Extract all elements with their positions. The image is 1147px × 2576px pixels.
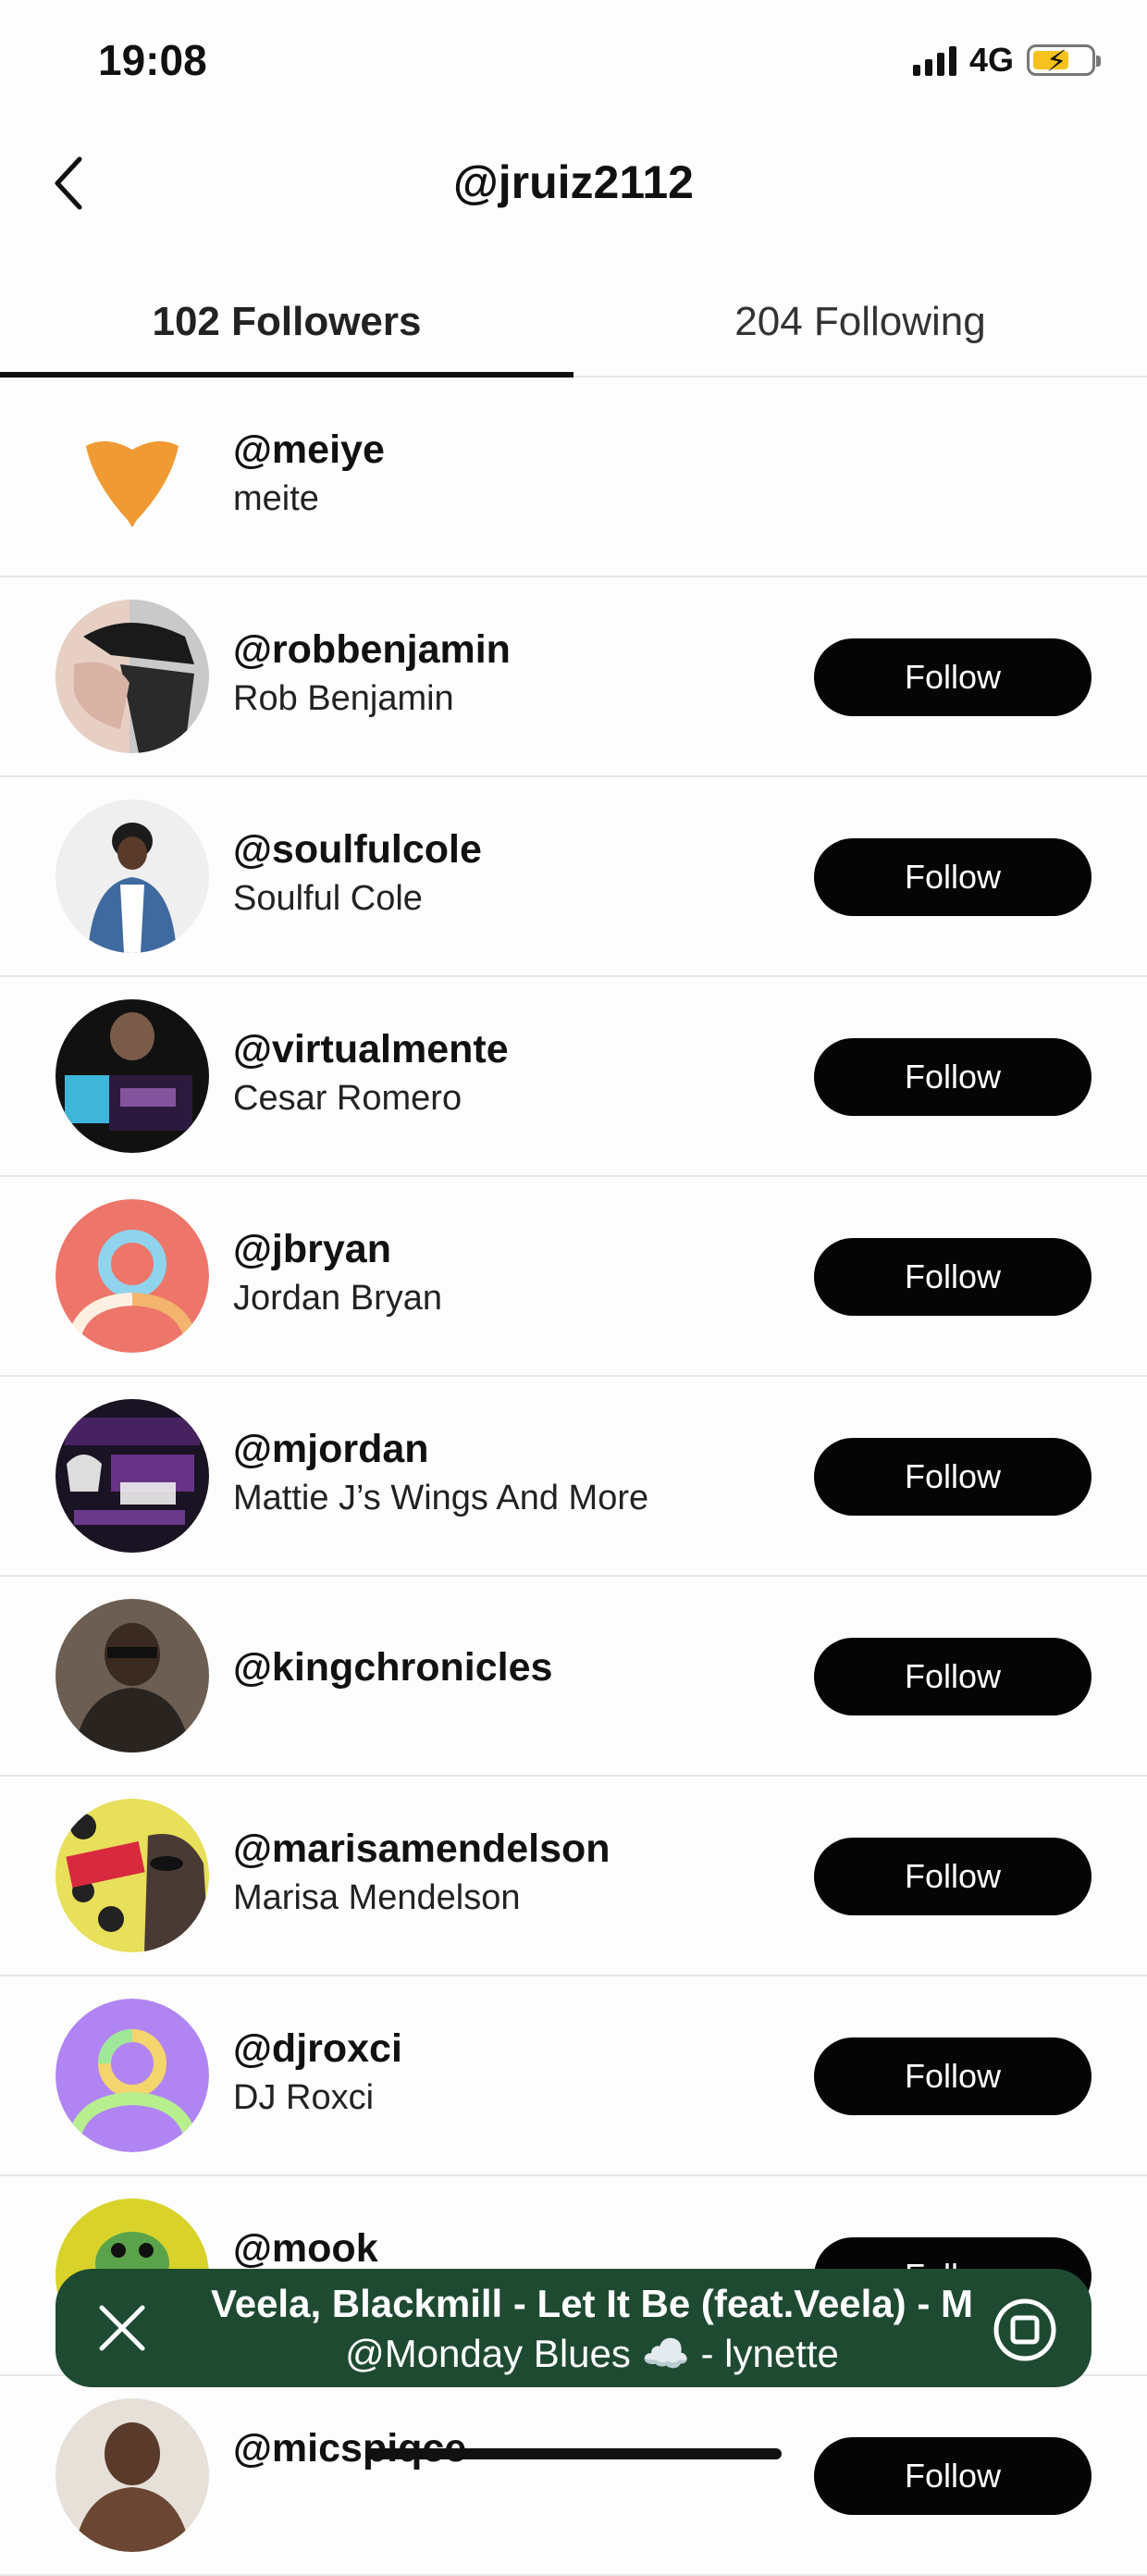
user-name: DJ Roxci — [233, 2078, 375, 2117]
tab-followers[interactable]: 102 Followers — [0, 268, 574, 376]
user-name: Cesar Romero — [233, 1079, 462, 1118]
list-item[interactable]: @micspiqce Follow — [0, 2376, 1147, 2576]
status-indicators: 4G ⚡ — [912, 41, 1101, 80]
now-playing: Veela, Blackmill - Let It Be (feat.Veela… — [176, 2282, 1008, 2377]
follow-button[interactable]: Follow — [814, 1638, 1092, 1715]
user-name: Jordan Bryan — [233, 1279, 443, 1318]
stop-icon[interactable] — [992, 2297, 1058, 2363]
follow-button[interactable]: Follow — [814, 1238, 1092, 1316]
list-item[interactable]: @soulfulcole Soulful Cole Follow — [0, 777, 1147, 977]
follow-button[interactable]: Follow — [814, 1838, 1092, 1915]
status-bar: 19:08 4G ⚡ — [0, 0, 1147, 120]
follow-tabs: 102 Followers 204 Following — [0, 268, 1147, 378]
user-handle: @soulfulcole — [233, 827, 482, 872]
close-player-button[interactable] — [89, 2295, 155, 2361]
avatar — [56, 1599, 209, 1752]
user-handle: @mjordan — [233, 1427, 429, 1471]
list-item[interactable]: @robbenjamin Rob Benjamin Follow — [0, 577, 1147, 777]
list-item[interactable]: @djroxci DJ Roxci Follow — [0, 1976, 1147, 2176]
follow-button[interactable]: Follow — [814, 1438, 1092, 1516]
home-indicator — [365, 2448, 782, 2459]
avatar — [56, 600, 209, 753]
list-item[interactable]: @marisamendelson Marisa Mendelson Follow — [0, 1777, 1147, 1976]
user-handle: @robbenjamin — [233, 627, 511, 672]
user-handle: @meiye — [233, 427, 385, 472]
user-handle: @jbryan — [233, 1227, 391, 1271]
avatar — [56, 799, 209, 953]
avatar — [56, 999, 209, 1153]
track-title: Veela, Blackmill - Let It Be (feat.Veela… — [211, 2282, 973, 2325]
close-icon — [99, 2305, 145, 2351]
followers-list: @meiye meite @robbenjamin Rob Benjamin F… — [0, 378, 1147, 2576]
page-title: @jruiz2112 — [452, 156, 694, 208]
user-handle: @mook — [233, 2226, 378, 2271]
battery-charging-icon: ⚡ — [1027, 44, 1101, 78]
user-name: Mattie J’s Wings And More — [233, 1479, 649, 1517]
user-name: Rob Benjamin — [233, 679, 454, 718]
avatar — [56, 2398, 209, 2552]
follow-button[interactable]: Follow — [814, 838, 1092, 916]
list-item[interactable]: @mjordan Mattie J’s Wings And More Follo… — [0, 1377, 1147, 1577]
follow-button[interactable]: Follow — [814, 638, 1092, 716]
track-source: @Monday Blues ☁️ - lynette — [345, 2332, 839, 2375]
avatar — [56, 1399, 209, 1553]
follow-button[interactable]: Follow — [814, 2437, 1092, 2515]
list-item[interactable]: @kingchronicles Follow — [0, 1577, 1147, 1777]
signal-icon — [912, 44, 956, 76]
user-handle: @djroxci — [233, 2026, 402, 2071]
default-avatar-icon — [56, 1999, 209, 2152]
user-name: Soulful Cole — [233, 879, 423, 918]
tab-following[interactable]: 204 Following — [574, 268, 1147, 376]
default-avatar-icon — [56, 1199, 209, 1353]
follow-button[interactable]: Follow — [814, 1038, 1092, 1116]
follow-button[interactable]: Follow — [814, 2037, 1092, 2115]
list-item[interactable]: @meiye meite — [0, 378, 1147, 577]
avatar — [56, 400, 209, 553]
status-time: 19:08 — [98, 36, 207, 84]
user-handle: @marisamendelson — [233, 1827, 610, 1871]
network-label: 4G — [968, 41, 1014, 79]
avatar — [56, 1799, 209, 1952]
list-item[interactable]: @jbryan Jordan Bryan Follow — [0, 1177, 1147, 1377]
user-handle: @virtualmente — [233, 1027, 509, 1071]
mini-player[interactable]: Veela, Blackmill - Let It Be (feat.Veela… — [56, 2269, 1092, 2387]
user-name: Marisa Mendelson — [233, 1878, 521, 1917]
user-handle: @kingchronicles — [233, 1645, 553, 1690]
user-name: meite — [233, 479, 319, 518]
list-item[interactable]: @virtualmente Cesar Romero Follow — [0, 977, 1147, 1177]
